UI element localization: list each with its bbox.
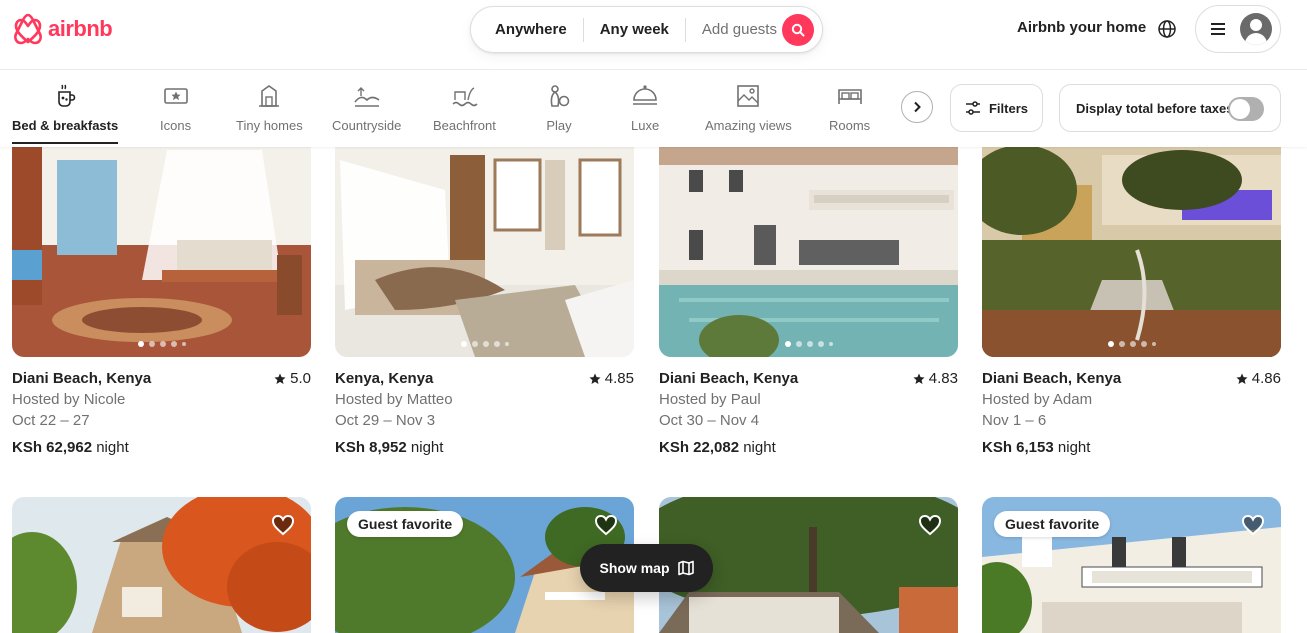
icons-icon xyxy=(163,88,188,104)
listing-rating: 4.85 xyxy=(589,370,634,387)
listing-dates: Oct 30 – Nov 4 xyxy=(659,412,760,429)
category-bar: Bed & breakfasts Icons Tiny homes Countr… xyxy=(0,70,1307,147)
photo-pagination xyxy=(137,341,186,347)
category-label: Beachfront xyxy=(433,118,496,133)
guest-favorite-badge: Guest favorite xyxy=(347,511,464,537)
category-beachfront[interactable]: Beachfront xyxy=(433,82,496,144)
category-countryside[interactable]: Countryside xyxy=(332,82,401,144)
category-rooms[interactable]: Rooms xyxy=(829,82,870,144)
star-icon xyxy=(1236,373,1248,384)
category-label: Tiny homes xyxy=(236,118,303,133)
toggle-switch[interactable] xyxy=(1228,97,1264,121)
listing-host: Hosted by Matteo xyxy=(335,391,453,408)
star-icon xyxy=(589,373,601,384)
search-icon xyxy=(791,23,805,37)
taxes-label: Display total before taxes xyxy=(1076,100,1234,116)
guest-favorite-badge: Guest favorite xyxy=(994,511,1111,537)
search-where[interactable]: Anywhere xyxy=(471,18,583,42)
category-label: Luxe xyxy=(631,118,660,133)
category-amazing-views[interactable]: Amazing views xyxy=(705,82,792,144)
brand-name: airbnb xyxy=(48,16,113,41)
filters-icon xyxy=(965,101,980,115)
play-icon xyxy=(550,85,570,107)
breakfast-icon xyxy=(58,84,76,107)
listing-price: KSh 6,153 night xyxy=(982,439,1091,456)
globe-icon[interactable] xyxy=(1157,19,1177,39)
show-map-label: Show map xyxy=(599,560,670,576)
listing-host: Hosted by Nicole xyxy=(12,391,126,408)
amazing-views-icon xyxy=(737,85,760,107)
wishlist-heart-icon[interactable] xyxy=(918,513,942,537)
photo-pagination xyxy=(784,341,833,347)
search-when[interactable]: Any week xyxy=(584,18,685,42)
listing-host: Hosted by Adam xyxy=(982,391,1093,408)
user-menu-button[interactable] xyxy=(1195,5,1281,53)
listing-rating: 4.83 xyxy=(913,370,958,387)
photo-pagination xyxy=(460,341,509,347)
countryside-icon xyxy=(354,87,380,107)
listing-price: KSh 22,082 night xyxy=(659,439,776,456)
listing-location: Diani Beach, Kenya xyxy=(12,370,152,387)
top-header: airbnb Anywhere Any week Add guests Airb… xyxy=(0,0,1307,70)
category-label: Countryside xyxy=(332,118,402,133)
search-bar[interactable]: Anywhere Any week Add guests xyxy=(470,6,823,53)
search-who[interactable]: Add guests xyxy=(686,18,793,42)
listing-price: KSh 8,952 night xyxy=(335,439,444,456)
category-luxe[interactable]: Luxe xyxy=(631,82,659,144)
wishlist-heart-icon[interactable] xyxy=(1241,513,1265,537)
search-button[interactable] xyxy=(782,14,814,46)
display-total-toggle[interactable]: Display total before taxes xyxy=(1059,84,1281,132)
star-icon xyxy=(274,373,286,384)
rooms-icon xyxy=(837,89,862,104)
listing-rating: 4.86 xyxy=(1236,370,1281,387)
category-play[interactable]: Play xyxy=(545,82,573,144)
airbnb-logo-icon xyxy=(14,13,42,45)
listing-price: KSh 62,962 night xyxy=(12,439,129,456)
filters-label: Filters xyxy=(988,100,1028,116)
listing-photo[interactable] xyxy=(12,497,311,633)
wishlist-heart-icon[interactable] xyxy=(594,513,618,537)
category-icons[interactable]: Icons xyxy=(160,82,191,144)
listing-rating: 5.0 xyxy=(274,370,311,387)
category-tiny-homes[interactable]: Tiny homes xyxy=(236,82,303,144)
show-map-button[interactable]: Show map xyxy=(580,544,713,592)
listing-dates: Oct 29 – Nov 3 xyxy=(335,412,436,429)
listing-host: Hosted by Paul xyxy=(659,391,761,408)
star-icon xyxy=(913,373,925,384)
photo-pagination xyxy=(1107,341,1156,347)
listing-location: Diani Beach, Kenya xyxy=(659,370,799,387)
listing-location: Diani Beach, Kenya xyxy=(982,370,1122,387)
luxe-icon xyxy=(633,85,658,105)
chevron-right-icon xyxy=(914,101,921,113)
beachfront-icon xyxy=(452,87,479,107)
listing-dates: Oct 22 – 27 xyxy=(12,412,90,429)
listing-dates: Nov 1 – 6 xyxy=(982,412,1047,429)
category-label: Amazing views xyxy=(705,118,792,133)
category-bed-breakfasts[interactable]: Bed & breakfasts xyxy=(12,82,119,144)
host-link[interactable]: Airbnb your home xyxy=(1017,19,1146,36)
listing-photo[interactable]: Guest favorite xyxy=(982,497,1281,633)
category-label: Play xyxy=(546,118,572,133)
categories-next-button[interactable] xyxy=(901,91,933,123)
hamburger-icon xyxy=(1211,23,1225,35)
filters-button[interactable]: Filters xyxy=(950,84,1043,132)
category-label: Rooms xyxy=(829,118,871,133)
listing-location: Kenya, Kenya xyxy=(335,370,434,387)
map-icon xyxy=(677,560,694,576)
avatar-icon xyxy=(1240,13,1272,45)
category-label: Bed & breakfasts xyxy=(12,118,119,133)
tree-house-photo-image xyxy=(12,497,311,633)
airbnb-logo[interactable]: airbnb xyxy=(12,12,113,46)
wishlist-heart-icon[interactable] xyxy=(271,513,295,537)
category-label: Icons xyxy=(160,118,192,133)
tiny-home-icon xyxy=(259,85,280,107)
